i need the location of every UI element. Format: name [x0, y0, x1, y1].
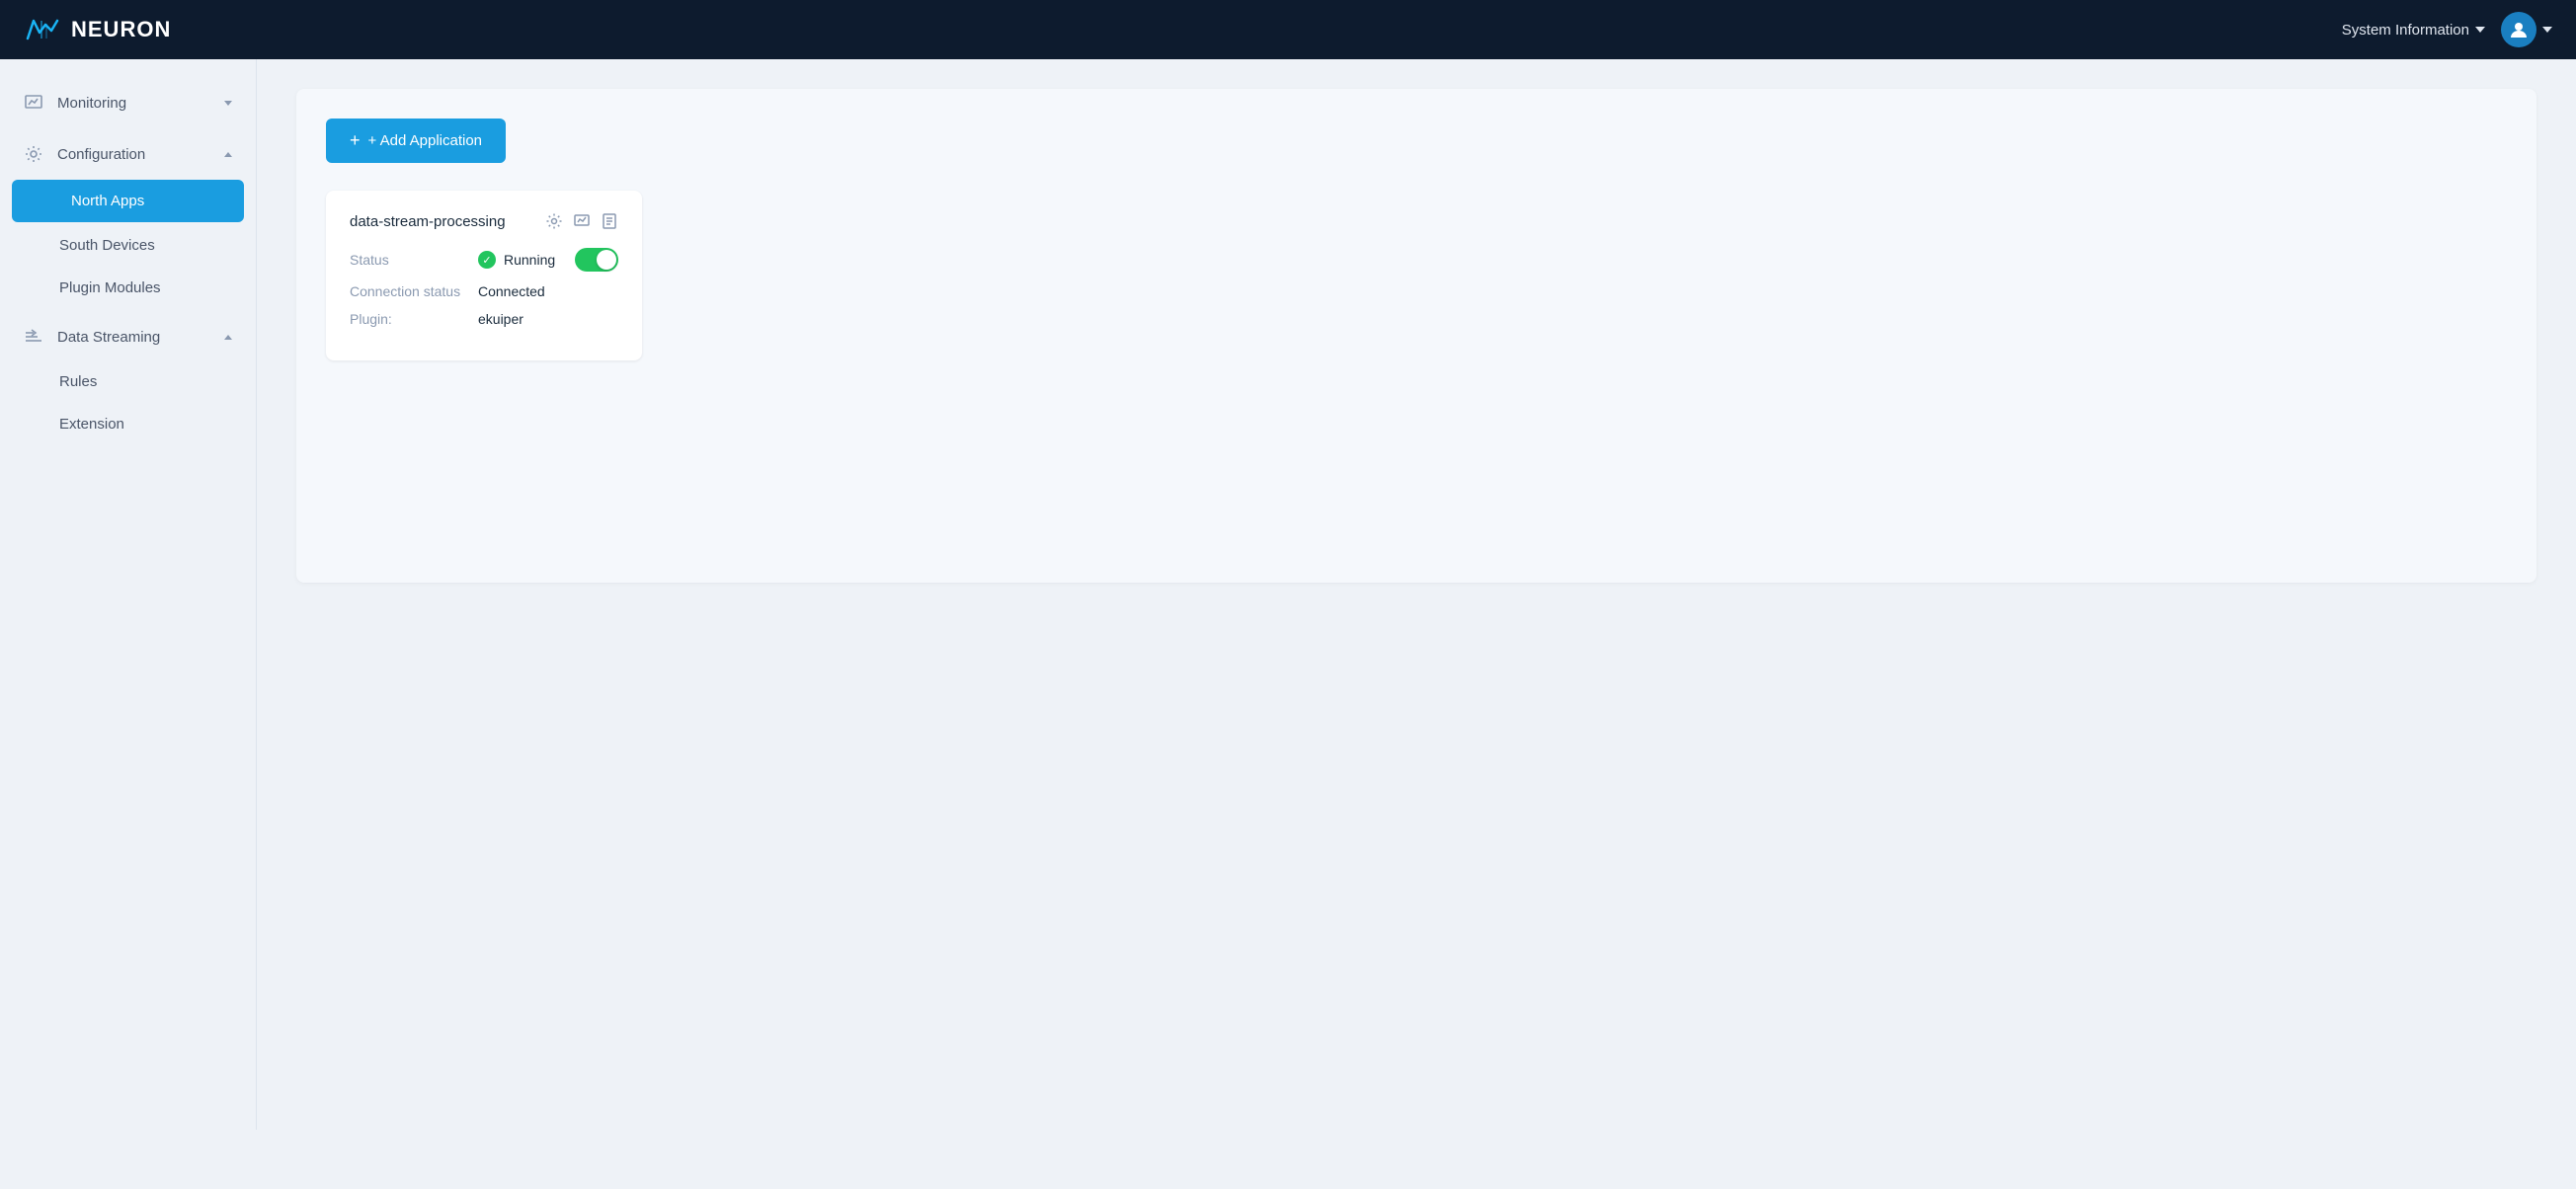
logo: NEURON — [24, 11, 171, 48]
main-content: + + Add Application data-stream-processi… — [257, 59, 2576, 1130]
sidebar-item-plugin-modules[interactable]: Plugin Modules — [0, 267, 256, 309]
system-info-chevron-icon — [2475, 27, 2485, 33]
layout: Monitoring Configuration North Apps — [0, 59, 2576, 1130]
sidebar-item-extension[interactable]: Extension — [0, 403, 256, 445]
data-streaming-children: Rules Extension — [0, 360, 256, 445]
log-icon[interactable] — [601, 212, 618, 230]
sidebar-section-configuration: Configuration North Apps South Devices P… — [0, 130, 256, 309]
sidebar-item-data-streaming[interactable]: Data Streaming — [0, 313, 256, 360]
plugin-label: Plugin: — [350, 311, 478, 327]
monitoring-chevron-icon — [224, 101, 232, 106]
user-section[interactable] — [2501, 12, 2552, 47]
header-right: System Information — [2342, 12, 2552, 47]
header: NEURON System Information — [0, 0, 2576, 59]
rules-label: Rules — [59, 373, 97, 390]
north-apps-label: North Apps — [71, 193, 144, 209]
toggle-switch[interactable] — [575, 248, 618, 272]
sidebar-section-monitoring: Monitoring — [0, 79, 256, 126]
monitoring-icon — [24, 93, 45, 113]
sidebar-section-data-streaming: Data Streaming Rules Extension — [0, 313, 256, 445]
sidebar-data-streaming-label: Data Streaming — [57, 329, 212, 346]
add-application-button[interactable]: + + Add Application — [326, 119, 506, 163]
data-streaming-chevron-icon — [224, 335, 232, 340]
chart-icon[interactable] — [573, 212, 591, 230]
sidebar-item-configuration[interactable]: Configuration — [0, 130, 256, 178]
logo-icon — [24, 11, 61, 48]
connection-value: Connected — [478, 283, 545, 299]
configuration-chevron-icon — [224, 152, 232, 157]
configuration-icon — [24, 144, 45, 164]
app-card-header: data-stream-processing — [350, 212, 618, 230]
app-card: data-stream-processing — [326, 191, 642, 360]
sidebar-item-south-devices[interactable]: South Devices — [0, 224, 256, 267]
user-chevron-icon — [2542, 27, 2552, 33]
sidebar-item-north-apps[interactable]: North Apps — [12, 180, 244, 222]
sidebar-item-monitoring[interactable]: Monitoring — [0, 79, 256, 126]
system-info-label: System Information — [2342, 22, 2469, 39]
app-card-name: data-stream-processing — [350, 213, 535, 230]
connection-label: Connection status — [350, 283, 478, 299]
sidebar-monitoring-label: Monitoring — [57, 95, 212, 112]
extension-label: Extension — [59, 416, 124, 433]
add-icon: + — [350, 130, 361, 151]
status-label: Status — [350, 252, 478, 268]
sidebar: Monitoring Configuration North Apps — [0, 59, 257, 1130]
sidebar-configuration-label: Configuration — [57, 146, 212, 163]
content-panel: + + Add Application data-stream-processi… — [296, 89, 2536, 583]
plugin-modules-label: Plugin Modules — [59, 279, 161, 296]
avatar[interactable] — [2501, 12, 2536, 47]
status-running-text: Running — [504, 252, 555, 268]
plugin-row: Plugin: ekuiper — [350, 311, 618, 327]
status-indicator: ✓ — [478, 251, 496, 269]
connection-row: Connection status Connected — [350, 283, 618, 299]
add-application-label: + Add Application — [368, 132, 483, 149]
plugin-value: ekuiper — [478, 311, 523, 327]
status-value-container: ✓ Running — [478, 251, 555, 269]
data-streaming-icon — [24, 327, 45, 347]
toggle-knob — [597, 250, 616, 270]
configuration-children: North Apps South Devices Plugin Modules — [0, 180, 256, 309]
system-info-menu[interactable]: System Information — [2342, 22, 2485, 39]
logo-text: NEURON — [71, 17, 171, 42]
status-toggle[interactable] — [575, 248, 618, 272]
sidebar-item-rules[interactable]: Rules — [0, 360, 256, 403]
status-row: Status ✓ Running — [350, 248, 618, 272]
south-devices-label: South Devices — [59, 237, 155, 254]
gear-icon[interactable] — [545, 212, 563, 230]
